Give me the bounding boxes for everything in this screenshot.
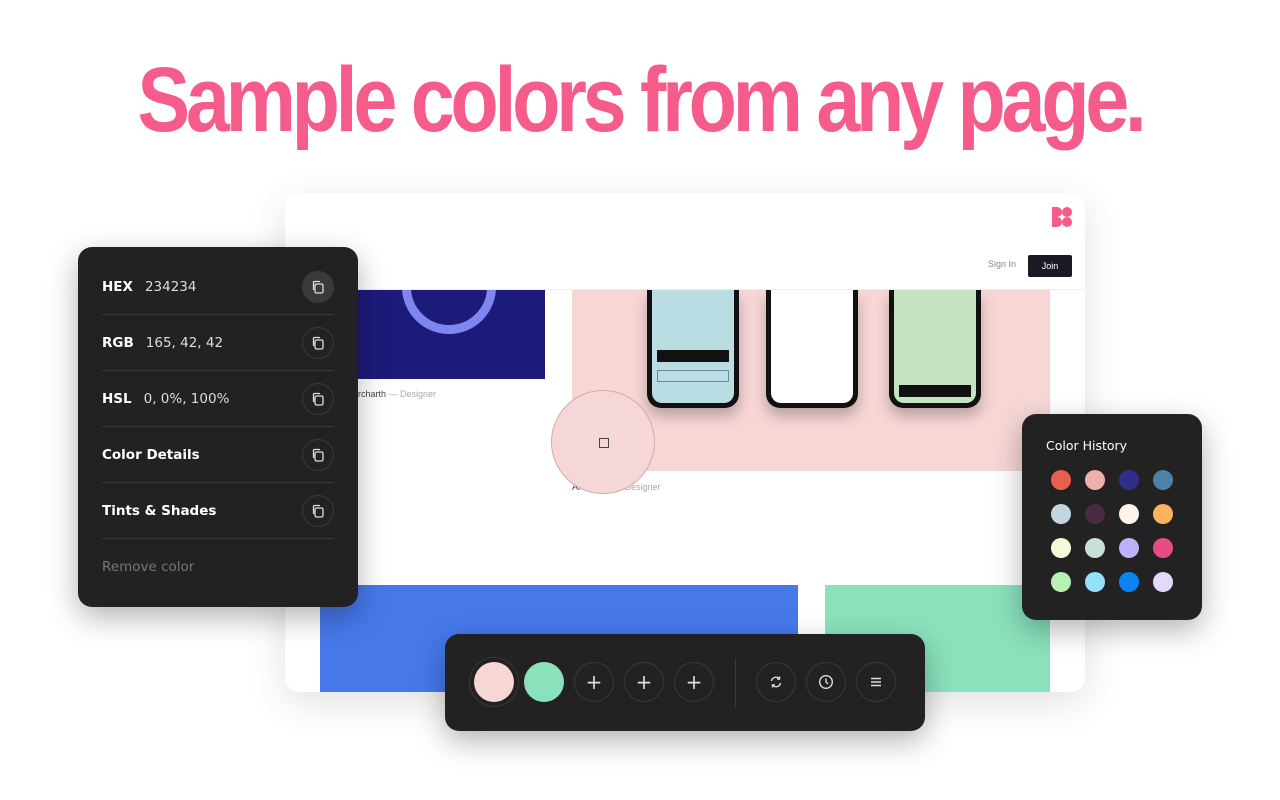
designer-name: rcharth (358, 389, 387, 399)
history-swatch[interactable] (1085, 572, 1105, 592)
clock-icon (818, 674, 834, 690)
history-swatch[interactable] (1085, 504, 1105, 524)
copy-button[interactable] (302, 327, 334, 359)
menu-button[interactable] (856, 662, 896, 702)
history-swatch[interactable] (1051, 572, 1071, 592)
plus-icon: + (685, 670, 703, 694)
copy-icon (311, 392, 325, 406)
history-swatch[interactable] (1051, 470, 1071, 490)
row-label: HEX (102, 278, 133, 295)
history-swatch[interactable] (1153, 572, 1173, 592)
logo-icon (1052, 207, 1072, 227)
plus-icon: + (585, 670, 603, 694)
history-swatch[interactable] (1085, 470, 1105, 490)
history-swatch[interactable] (1153, 470, 1173, 490)
headline: Sample colors from any page. (137, 49, 1147, 151)
plus-icon: + (635, 670, 653, 694)
history-button[interactable] (806, 662, 846, 702)
ring-shape (402, 290, 496, 334)
color-row: Tints & Shades (102, 483, 334, 539)
add-color-button[interactable]: + (674, 662, 714, 702)
caption: rcharth — Designer (358, 389, 436, 399)
crosshair-icon (599, 438, 609, 448)
phone-mockup (647, 290, 739, 408)
site-header: Sign In Join (285, 193, 1085, 290)
color-details-panel: HEX 234234 RGB 165, 42, 42 HSL 0, 0%, 100% Col… (78, 247, 358, 607)
remove-color-button[interactable]: Remove color (102, 559, 194, 575)
add-color-button[interactable]: + (574, 662, 614, 702)
picker-toolbar: + + + (445, 634, 925, 731)
history-swatch[interactable] (1119, 538, 1139, 558)
row-label: Color Details (102, 446, 200, 463)
designer-role: — Designer (386, 389, 437, 399)
copy-button[interactable] (302, 383, 334, 415)
copy-icon (311, 504, 325, 518)
row-label: HSL (102, 390, 132, 407)
row-value: 165, 42, 42 (145, 334, 224, 351)
refresh-icon (769, 675, 783, 689)
refresh-button[interactable] (756, 662, 796, 702)
color-picker-magnifier[interactable] (551, 390, 655, 494)
copy-button[interactable] (302, 495, 334, 527)
divider (735, 659, 736, 707)
remove-color-row: Remove color (102, 539, 334, 595)
color-swatch[interactable] (524, 662, 564, 702)
add-color-button[interactable]: + (624, 662, 664, 702)
browser-preview: Sign In Join rcharth — Designer Ar ez — … (285, 193, 1085, 692)
history-swatch[interactable] (1119, 572, 1139, 592)
history-swatch[interactable] (1119, 470, 1139, 490)
row-label: Tints & Shades (102, 502, 217, 519)
color-row: HSL 0, 0%, 100% (102, 371, 334, 427)
history-swatch[interactable] (1085, 538, 1105, 558)
history-swatch[interactable] (1051, 504, 1071, 524)
history-swatch[interactable] (1051, 538, 1071, 558)
color-row: Color Details (102, 427, 334, 483)
sign-in-link[interactable]: Sign In (988, 259, 1016, 269)
color-history-panel: Color History (1022, 414, 1202, 620)
phone-mockup (766, 290, 858, 408)
row-value: 234234 (144, 278, 197, 295)
history-swatch[interactable] (1153, 504, 1173, 524)
color-row: RGB 165, 42, 42 (102, 315, 334, 371)
color-row: HEX 234234 (102, 259, 334, 315)
color-swatch[interactable] (474, 662, 514, 702)
row-value: 0, 0%, 100% (143, 390, 230, 407)
color-history-title: Color History (1046, 438, 1128, 453)
copy-icon (311, 448, 325, 462)
copy-icon (311, 336, 325, 350)
copy-button[interactable] (302, 271, 334, 303)
history-swatch[interactable] (1119, 504, 1139, 524)
row-label: RGB (102, 334, 134, 351)
phone-mockup (889, 290, 981, 408)
menu-icon (869, 675, 883, 689)
join-button[interactable]: Join (1028, 255, 1072, 277)
history-swatch[interactable] (1153, 538, 1173, 558)
copy-button[interactable] (302, 439, 334, 471)
copy-icon (311, 280, 325, 294)
